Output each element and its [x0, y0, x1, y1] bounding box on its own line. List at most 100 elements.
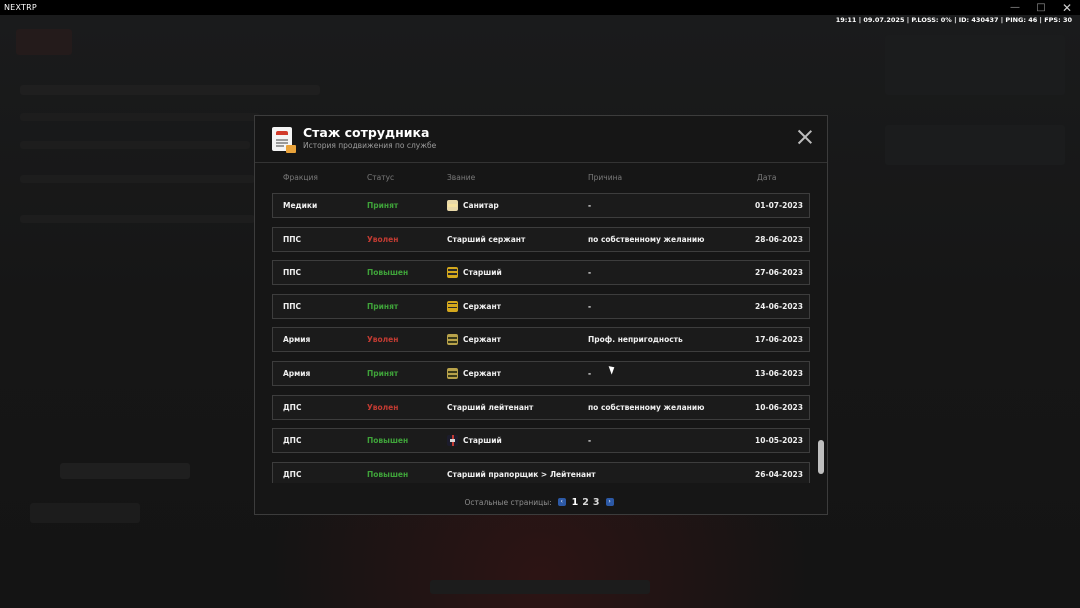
cell-reason: -	[588, 201, 592, 210]
column-header-rank: Звание	[447, 173, 476, 182]
table-row: ППС Уволен Старший сержант по собственному …	[272, 226, 810, 252]
cell-reason: по собственному желанию	[588, 234, 705, 244]
rank-label: Старший сержант	[447, 234, 526, 244]
cell-reason: -	[588, 301, 592, 311]
cell-faction: ППС	[283, 268, 302, 278]
scrollbar-thumb[interactable]	[818, 440, 824, 474]
cell-status: Повышен	[367, 469, 409, 479]
background-stats-panel	[885, 35, 1065, 95]
cell-date: 10-06-2023	[755, 402, 803, 412]
background-stats-panel	[885, 125, 1065, 165]
cell-rank: Сержант	[447, 362, 501, 385]
app-title: NEXTRP	[4, 3, 37, 12]
rank-label: Санитар	[463, 201, 499, 210]
cell-faction: Армия	[283, 335, 311, 345]
cell-status: Повышен	[367, 436, 409, 446]
pagination-label: Остальные страницы:	[464, 497, 552, 507]
cell-faction: ДПС	[283, 436, 302, 446]
close-icon[interactable]	[797, 129, 813, 145]
rank-label: Старший	[463, 436, 502, 446]
rank-label: Старший прапорщик > Лейтенант	[447, 469, 596, 479]
page-link-1[interactable]: 1	[572, 497, 579, 508]
army-rank-icon	[447, 368, 458, 379]
cell-faction: ППС	[283, 301, 302, 311]
cell-reason: Проф. непригодность	[588, 335, 683, 345]
cell-date: 01-07-2023	[755, 201, 803, 210]
table-row: ДПС Повышен Старший прапорщик > Лейтенант -…	[272, 461, 810, 483]
cell-status: Уволен	[367, 335, 399, 345]
rank-label: Сержант	[463, 301, 502, 311]
cell-date: 26-04-2023	[755, 469, 803, 479]
page-link-3[interactable]: 3	[593, 497, 600, 508]
table-row: ДПС Повышен Старший - 10-05-2023	[272, 428, 810, 454]
cell-reason: -	[588, 436, 592, 446]
background-chat-line	[20, 113, 260, 121]
cell-reason: по собственному желанию	[588, 402, 705, 412]
maximize-button[interactable]: □	[1028, 0, 1054, 15]
window-close-button[interactable]: ✕	[1054, 0, 1080, 15]
cell-rank: Сержант	[447, 295, 501, 318]
column-header-date: Дата	[757, 173, 777, 182]
rank-label: Старший	[463, 268, 502, 278]
table-row: ППС Повышен Старший - 27-06-2023	[272, 260, 810, 286]
table-row: Медики Принят Санитар - 01-07-2023	[272, 193, 810, 218]
cell-faction: Армия	[283, 369, 311, 378]
table-row: Армия Уволен Сержант Проф. непригодность 17-…	[272, 327, 810, 353]
pagination: Остальные страницы: ‹ 1 2 3 ›	[255, 496, 827, 508]
background-chat-line	[20, 85, 320, 95]
background-inventory-shape	[30, 503, 140, 523]
cell-reason: -	[588, 469, 592, 479]
traffic-rank-icon	[447, 435, 458, 447]
modal-title: Стаж сотрудника	[303, 125, 430, 140]
page-link-2[interactable]: 2	[582, 497, 589, 508]
cell-status: Повышен	[367, 268, 409, 278]
cell-status: Уволен	[367, 402, 399, 412]
background-chat-line	[20, 215, 255, 223]
document-icon	[272, 127, 296, 153]
cell-faction: ДПС	[283, 402, 302, 412]
modal-header: Стаж сотрудника История продвижения по с…	[255, 116, 827, 163]
prev-page-button[interactable]: ‹	[557, 498, 566, 506]
cell-date: 24-06-2023	[755, 301, 803, 311]
cell-status: Принят	[367, 301, 399, 311]
rank-label: Сержант	[463, 369, 502, 378]
cell-rank: Старший сержант	[447, 228, 525, 251]
medic-rank-icon	[447, 200, 458, 211]
background-inventory-shape	[60, 463, 190, 479]
cell-date: 17-06-2023	[755, 335, 803, 345]
cell-rank: Старший прапорщик > Лейтенант	[447, 463, 596, 483]
service-history-modal: Стаж сотрудника История продвижения по с…	[254, 115, 828, 515]
column-header-status: Статус	[367, 173, 395, 182]
cell-rank: Старший	[447, 261, 502, 284]
background-hint-bar	[430, 580, 650, 594]
cell-date: 28-06-2023	[755, 234, 803, 244]
column-header-reason: Причина	[588, 173, 623, 182]
background-chat-line	[20, 175, 255, 183]
cell-status: Уволен	[367, 234, 399, 244]
cell-faction: Медики	[283, 201, 318, 210]
background-logo-shape	[16, 29, 72, 55]
table-row: ДПС Уволен Старший лейтенант по собственном…	[272, 394, 810, 420]
cell-date: 13-06-2023	[755, 369, 803, 378]
cell-status: Принят	[367, 369, 399, 378]
history-list[interactable]: Медики Принят Санитар - 01-07-2023 ППС Уволен С…	[272, 193, 812, 483]
column-header-faction: Фракция	[283, 173, 318, 182]
table-row: ППС Принят Сержант - 24-06-2023	[272, 293, 810, 319]
hud-status-line: 19:11 | 09.07.2025 | P.LOSS: 0% | ID: 43…	[835, 16, 1072, 24]
police-rank-icon	[447, 267, 458, 279]
background-chat-line	[20, 141, 250, 149]
cell-status: Принят	[367, 201, 399, 210]
cell-reason: -	[588, 268, 592, 278]
table-row: Армия Принят Сержант - 13-06-2023	[272, 361, 810, 386]
next-page-button[interactable]: ›	[605, 498, 614, 506]
cell-date: 27-06-2023	[755, 268, 803, 278]
police-rank-icon	[447, 300, 458, 312]
cell-date: 10-05-2023	[755, 436, 803, 446]
cell-rank: Старший лейтенант	[447, 396, 533, 419]
window-controls: — □ ✕	[1002, 0, 1080, 15]
cell-rank: Старший	[447, 429, 502, 452]
cell-faction: ДПС	[283, 469, 302, 479]
minimize-button[interactable]: —	[1002, 0, 1028, 15]
rank-label: Старший лейтенант	[447, 402, 534, 412]
cell-rank: Санитар	[447, 194, 499, 217]
